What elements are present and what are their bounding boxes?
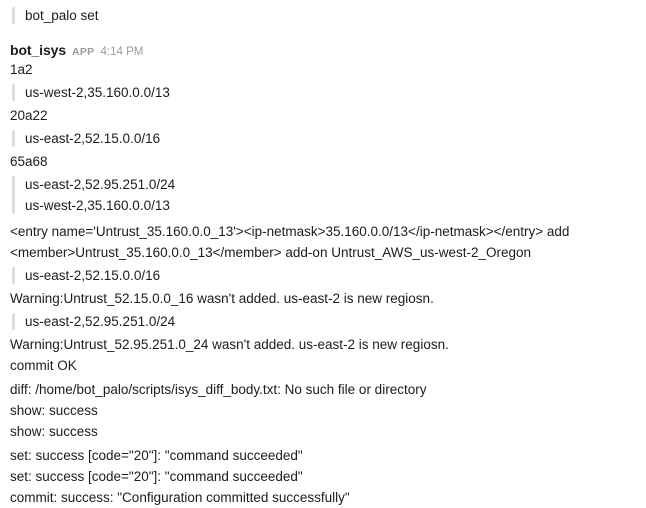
scroll-cutoff-line xyxy=(0,0,646,3)
message-text-line: commit OK xyxy=(10,358,77,373)
message-text-line: diff: /home/bot_palo/scripts/isys_diff_b… xyxy=(10,382,427,397)
message-quote-block: us-east-2,52.95.251.0/24 us-west-2,35.16… xyxy=(0,174,646,216)
message-quote-block: us-west-2,35.160.0.0/13 xyxy=(0,82,646,103)
quote-line: us-east-2,52.15.0.0/16 xyxy=(25,268,161,283)
message-author[interactable]: bot_isys xyxy=(10,42,66,58)
message-text-line: Warning:Untrust_52.15.0.0_16 wasn't adde… xyxy=(10,291,434,306)
app-badge: APP xyxy=(72,46,95,58)
message-text-line: commit: success: "Configuration committe… xyxy=(10,490,350,505)
quote-line: us-west-2,35.160.0.0/13 xyxy=(25,198,170,213)
message-text-line: set: success [code="20"]: "command succe… xyxy=(10,448,303,463)
message-list: bot_palo set bot_isys APP 4:14 PM 1a2 us… xyxy=(0,0,646,508)
quote-line: us-west-2,35.160.0.0/13 xyxy=(25,85,170,100)
message-text-line: <entry name='Untrust_35.160.0.0_13'><ip-… xyxy=(10,224,570,260)
quote-line: us-east-2,52.95.251.0/24 xyxy=(25,177,176,192)
message-text-line: show: success xyxy=(10,424,98,439)
quote-line: bot_palo set xyxy=(25,8,99,23)
message-header: bot_isys APP 4:14 PM xyxy=(0,42,646,58)
quote-line: us-east-2,52.15.0.0/16 xyxy=(25,131,161,146)
message-text-line: 20a22 xyxy=(10,108,48,123)
message-text-line: set: success [code="20"]: "command succe… xyxy=(10,469,303,484)
message-text-line: 65a68 xyxy=(10,154,48,169)
message-text-line: Warning:Untrust_52.95.251.0_24 wasn't ad… xyxy=(10,337,449,352)
message-quote-block: us-east-2,52.15.0.0/16 xyxy=(0,128,646,149)
quote-line: us-east-2,52.95.251.0/24 xyxy=(25,314,176,329)
message-text-line: 1a2 xyxy=(10,62,33,77)
message-quote-block: us-east-2,52.95.251.0/24 xyxy=(0,311,646,332)
message-timestamp[interactable]: 4:14 PM xyxy=(101,46,144,58)
message-quote-block: us-east-2,52.15.0.0/16 xyxy=(0,265,646,286)
message-bot-isys: bot_isys APP 4:14 PM 1a2 us-west-2,35.16… xyxy=(0,42,646,508)
message-text-line: show: success xyxy=(10,403,98,418)
message-quote-block: bot_palo set xyxy=(0,5,646,26)
